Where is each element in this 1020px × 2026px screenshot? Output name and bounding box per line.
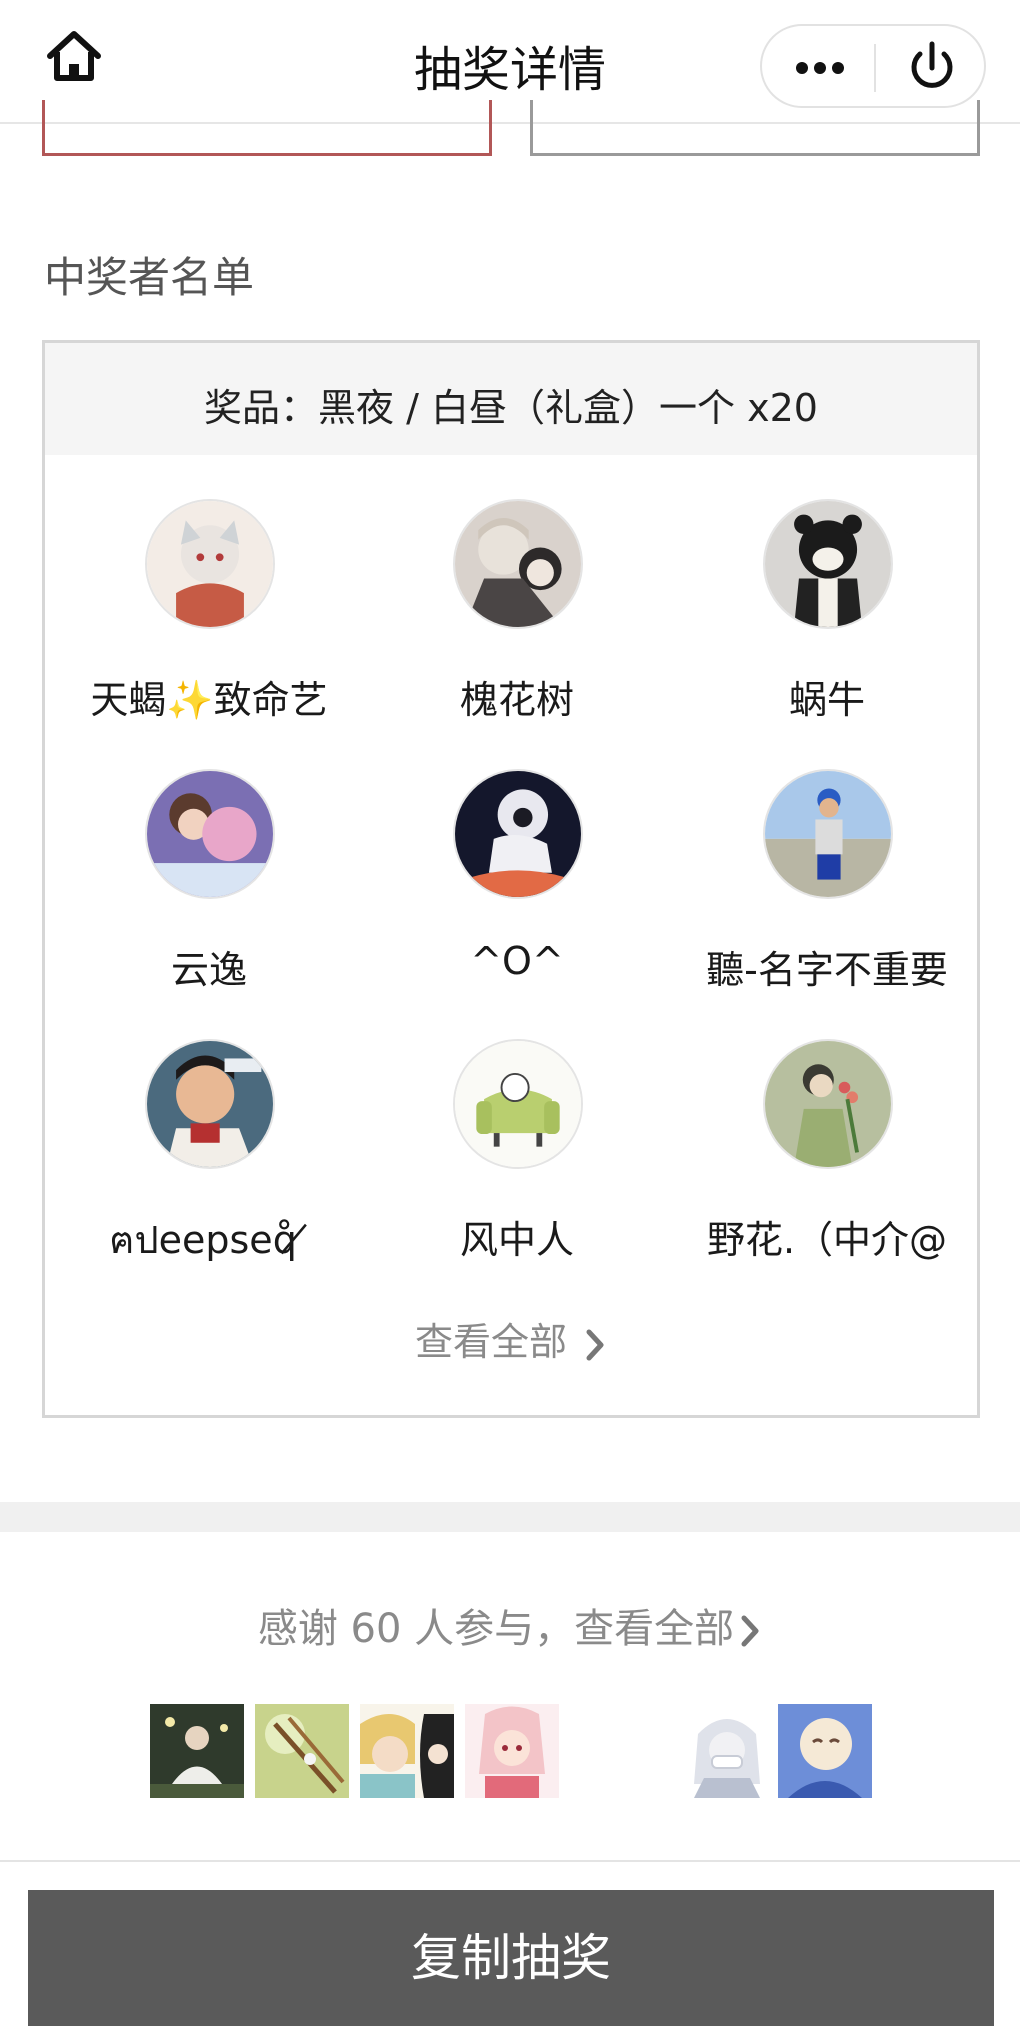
participant-avatar[interactable]	[360, 1704, 454, 1798]
winner-name: 天蝎✨致命艺	[90, 678, 328, 722]
avatar	[453, 499, 583, 629]
participant-avatar[interactable]	[778, 1704, 872, 1798]
more-dots-icon[interactable]	[778, 34, 862, 98]
participant-avatar[interactable]	[465, 1704, 559, 1798]
winner-item[interactable]: 天蝎✨致命艺	[59, 499, 359, 739]
top-button-right[interactable]	[530, 100, 980, 156]
view-all-winners-link[interactable]: 查看全部	[45, 1311, 977, 1366]
avatar	[763, 769, 893, 899]
avatar	[145, 499, 275, 629]
avatar	[763, 499, 893, 629]
prize-bar: 奖品：黑夜 / 白昼（礼盒）一个 x20	[45, 343, 977, 455]
winner-name: 云逸	[170, 948, 247, 992]
participant-avatar[interactable]	[680, 1704, 774, 1798]
winner-item[interactable]: 野花.（中介@	[677, 1039, 977, 1279]
winner-name: 槐花树	[459, 678, 574, 722]
prize-text: 奖品：黑夜 / 白昼（礼盒）一个 x20	[204, 386, 818, 430]
winner-name: 野花.（中介@	[706, 1218, 948, 1262]
participants-link[interactable]: 感谢 60 人参与，查看全部	[0, 1596, 1020, 1654]
winner-name: ฅปeepseq̊ ̸	[109, 1218, 309, 1262]
power-icon[interactable]	[890, 34, 974, 98]
winners-section-title: 中奖者名单	[44, 253, 255, 302]
avatar	[453, 1039, 583, 1169]
chevron-right-icon	[741, 1615, 759, 1647]
avatar	[145, 769, 275, 899]
winner-item[interactable]: ฅปeepseq̊ ̸	[59, 1039, 359, 1279]
capsule-divider	[874, 44, 876, 92]
winner-name: 风中人	[459, 1218, 574, 1262]
participant-avatar[interactable]	[255, 1704, 349, 1798]
mini-program-capsule	[760, 24, 986, 108]
winner-item[interactable]: 蜗牛	[677, 499, 977, 739]
top-button-left[interactable]	[42, 100, 492, 156]
footer-divider	[0, 1860, 1020, 1862]
section-divider	[0, 1502, 1020, 1532]
participants-thanks-text: 感谢 60 人参与，查看全部	[257, 1606, 735, 1652]
copy-lottery-button[interactable]: 复制抽奖	[28, 1890, 994, 2026]
winner-name: 蜗牛	[788, 678, 865, 722]
winners-card: 奖品：黑夜 / 白昼（礼盒）一个 x20 天蝎✨致命艺 槐花树 蜗牛 云逸 ^O…	[42, 340, 980, 1418]
participant-avatar[interactable]	[150, 1704, 244, 1798]
avatar	[763, 1039, 893, 1169]
chevron-right-icon	[586, 1329, 604, 1360]
avatar	[453, 769, 583, 899]
winner-item[interactable]: 风中人	[367, 1039, 667, 1279]
winner-item[interactable]: 云逸	[59, 769, 359, 1009]
winner-item[interactable]: ^O^	[367, 769, 667, 1009]
view-all-label: 查看全部	[414, 1320, 567, 1364]
lottery-detail-page: 抽奖详情 中奖者名单 奖品：黑夜 / 白昼（礼盒）一个 x20 天蝎✨致命艺 槐…	[0, 0, 1020, 2026]
winner-name: 聽-名字不重要	[706, 948, 948, 992]
winner-item[interactable]: 槐花树	[367, 499, 667, 739]
winner-name: ^O^	[470, 939, 564, 983]
avatar	[145, 1039, 275, 1169]
winner-item[interactable]: 聽-名字不重要	[677, 769, 977, 1009]
